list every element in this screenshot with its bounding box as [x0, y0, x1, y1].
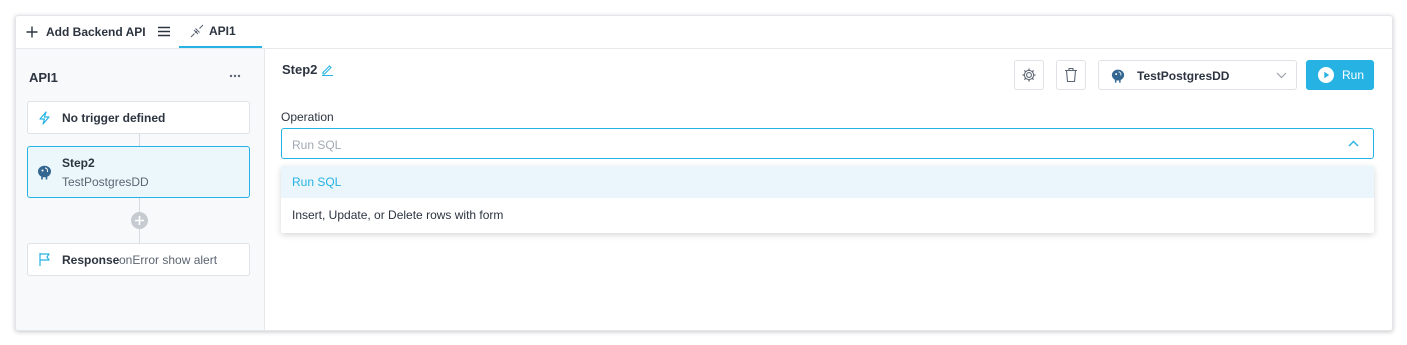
- tab-api1[interactable]: API1: [179, 16, 262, 48]
- response-card[interactable]: Response onError show alert: [27, 243, 250, 276]
- step-title: Step2: [282, 62, 318, 77]
- add-step-button[interactable]: [131, 212, 148, 229]
- step-datasource: TestPostgresDD: [62, 175, 149, 189]
- connector-line: [139, 229, 140, 243]
- postgres-icon: [38, 165, 51, 180]
- option-insert-update-delete-rows[interactable]: Insert, Update, or Delete rows with form: [281, 199, 1374, 231]
- datasource-select-value: TestPostgresDD: [1137, 69, 1230, 83]
- delete-button[interactable]: [1056, 60, 1086, 90]
- trash-icon: [1065, 67, 1077, 83]
- lightning-icon: [39, 111, 50, 125]
- operation-select[interactable]: Run SQL: [281, 128, 1374, 159]
- flag-icon: [39, 253, 50, 266]
- more-options-icon[interactable]: [228, 69, 242, 83]
- response-label: Response: [62, 253, 120, 267]
- operation-select-value: Run SQL: [292, 138, 342, 152]
- api-title: API1: [29, 70, 58, 85]
- datasource-select[interactable]: TestPostgresDD: [1098, 60, 1297, 90]
- add-backend-api-label: Add Backend API: [46, 25, 146, 39]
- step-name: Step2: [62, 156, 95, 170]
- connector-line: [139, 134, 140, 146]
- backend-api-panel: Add Backend API API1 API1 No trigger def…: [15, 15, 1393, 331]
- run-button[interactable]: Run: [1306, 60, 1374, 90]
- chevron-up-icon: [1348, 140, 1359, 147]
- connector-line: [139, 198, 140, 212]
- postgres-icon: [1111, 69, 1125, 83]
- option-run-sql[interactable]: Run SQL: [281, 166, 1374, 198]
- pencil-icon[interactable]: [321, 63, 334, 76]
- api-steps-sidebar: API1 No trigger defined Step2 TestPostgr…: [16, 49, 265, 330]
- add-backend-api-button[interactable]: Add Backend API: [25, 23, 146, 41]
- response-detail: onError show alert: [119, 253, 218, 267]
- settings-button[interactable]: [1014, 60, 1044, 90]
- plus-icon: [26, 26, 38, 38]
- run-button-label: Run: [1342, 68, 1365, 82]
- operation-label: Operation: [281, 110, 334, 124]
- gear-icon: [1022, 68, 1036, 82]
- trigger-card[interactable]: No trigger defined: [27, 101, 250, 134]
- tab-api1-label: API1: [209, 24, 236, 38]
- step-card-step2[interactable]: Step2 TestPostgresDD: [27, 146, 250, 198]
- chevron-down-icon: [1276, 72, 1287, 79]
- tab-bar: Add Backend API API1: [16, 16, 1392, 49]
- plus-icon: [135, 216, 144, 225]
- trigger-label: No trigger defined: [62, 111, 166, 125]
- play-circle-icon: [1318, 67, 1334, 83]
- menu-icon[interactable]: [158, 26, 170, 37]
- api-connector-icon: [190, 24, 204, 38]
- operation-dropdown-menu: Run SQL Insert, Update, or Delete rows w…: [281, 166, 1374, 233]
